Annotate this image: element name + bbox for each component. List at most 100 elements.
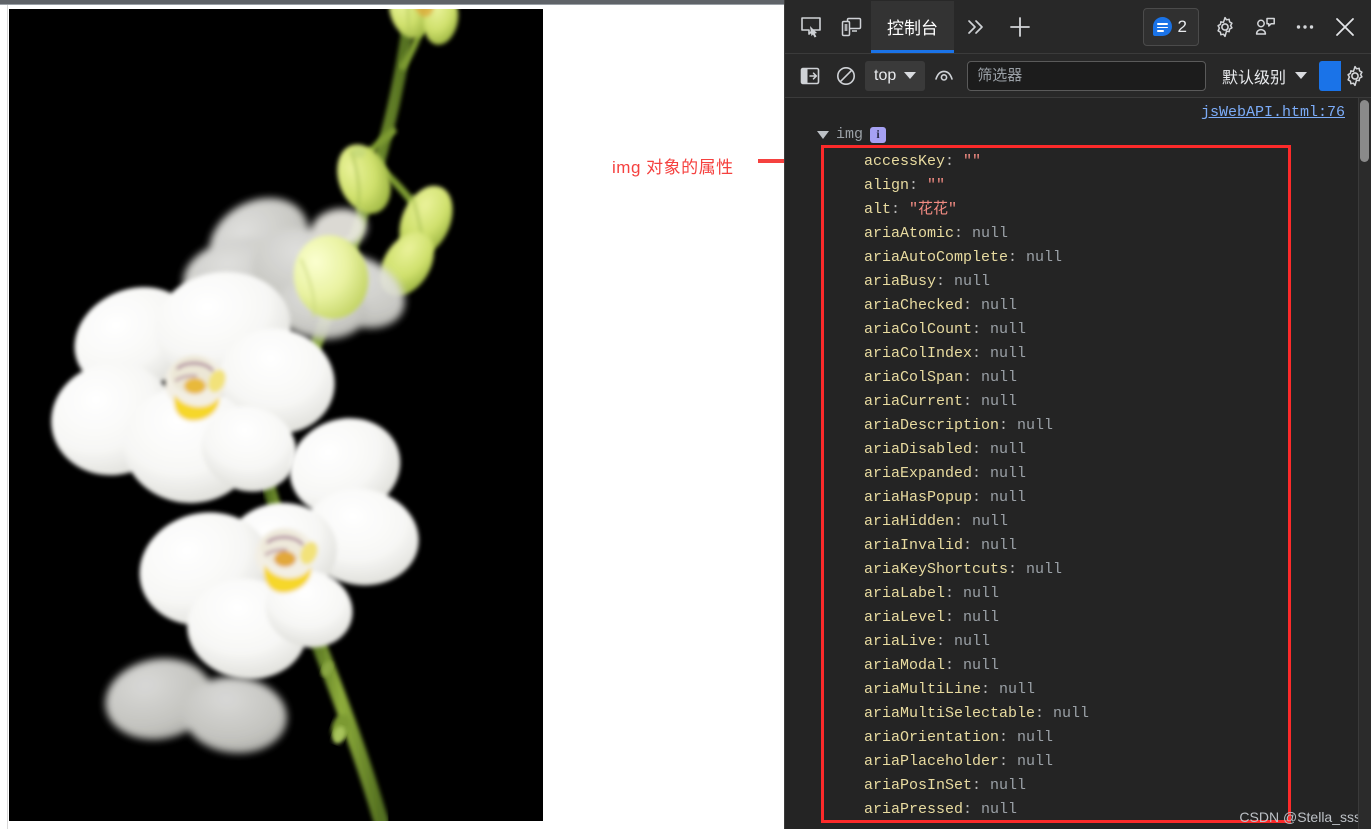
property-colon: : — [963, 369, 982, 386]
property-row[interactable]: ariaAtomic: null — [864, 222, 1089, 246]
property-row[interactable]: ariaLabel: null — [864, 582, 1089, 606]
console-scrollbar[interactable] — [1358, 98, 1371, 829]
property-colon: : — [963, 801, 982, 818]
property-colon: : — [999, 729, 1018, 746]
device-toolbar-icon[interactable] — [831, 7, 871, 47]
property-row[interactable]: ariaMultiLine: null — [864, 678, 1089, 702]
console-filter-input[interactable] — [967, 60, 1206, 91]
property-row[interactable]: ariaColSpan: null — [864, 366, 1089, 390]
annotation-label: img 对象的属性 — [612, 158, 734, 177]
orchid-image[interactable] — [9, 9, 543, 821]
plus-icon[interactable] — [998, 7, 1042, 47]
inspect-element-icon[interactable] — [791, 7, 831, 47]
property-row[interactable]: ariaAutoComplete: null — [864, 246, 1089, 270]
watermark-label: CSDN @Stella_sss — [1239, 809, 1361, 825]
property-row[interactable]: ariaPosInSet: null — [864, 774, 1089, 798]
source-location-link[interactable]: jsWebAPI.html:76 — [1201, 104, 1345, 121]
property-row[interactable]: ariaPressed: null — [864, 798, 1089, 822]
property-row[interactable]: ariaChecked: null — [864, 294, 1089, 318]
browser-page-area: img 对象的属性 — [0, 0, 784, 829]
property-value: null — [1017, 753, 1054, 770]
console-object-header[interactable]: img i — [817, 126, 887, 143]
property-row[interactable]: align: "" — [864, 174, 1089, 198]
property-row[interactable]: ariaInvalid: null — [864, 534, 1089, 558]
property-row[interactable]: ariaHidden: null — [864, 510, 1089, 534]
log-level-selector[interactable]: 默认级别 — [1216, 64, 1313, 88]
property-colon: : — [1035, 705, 1054, 722]
feedback-person-icon[interactable] — [1245, 7, 1285, 47]
execution-context-selector[interactable]: top — [865, 60, 926, 91]
property-row[interactable]: ariaPlaceholder: null — [864, 750, 1089, 774]
property-row[interactable]: ariaExpanded: null — [864, 462, 1089, 486]
console-sidebar-icon[interactable] — [793, 60, 827, 92]
property-colon: : — [972, 345, 991, 362]
clear-console-icon[interactable] — [829, 60, 863, 92]
property-name: ariaHasPopup — [864, 489, 973, 506]
ellipsis-icon[interactable] — [1285, 7, 1325, 47]
property-value: null — [990, 465, 1027, 482]
property-row[interactable]: ariaMultiSelectable: null — [864, 702, 1089, 726]
screenshot-root: img 对象的属性 控制台 2 top 筛选器 默认级别 jsWebAPI.ht… — [0, 0, 1371, 829]
property-value: null — [990, 345, 1027, 362]
property-name: ariaPosInSet — [864, 777, 973, 794]
property-row[interactable]: ariaDisabled: null — [864, 438, 1089, 462]
property-colon: : — [999, 417, 1018, 434]
property-colon: : — [963, 297, 982, 314]
property-colon: : — [1008, 249, 1027, 266]
property-colon: : — [891, 201, 910, 218]
property-name: ariaOrientation — [864, 729, 1000, 746]
property-row[interactable]: ariaHasPopup: null — [864, 486, 1089, 510]
object-property-list: accessKey: "" align: "" alt: "花花" ariaAtomi… — [864, 150, 1089, 822]
tab-console[interactable]: 控制台 — [871, 0, 954, 53]
console-settings-gear-icon[interactable] — [1343, 60, 1367, 92]
property-row[interactable]: alt: "花花" — [864, 198, 1089, 222]
console-output: jsWebAPI.html:76 img i accessKey: "" alig… — [785, 98, 1371, 829]
property-colon: : — [963, 537, 982, 554]
property-value: null — [990, 777, 1027, 794]
console-filter-toolbar: top 默认级别 — [785, 54, 1371, 98]
triangle-down-icon[interactable] — [817, 130, 829, 139]
property-row[interactable]: ariaOrientation: null — [864, 726, 1089, 750]
browser-chrome-divider — [0, 4, 784, 5]
property-value: null — [990, 489, 1027, 506]
property-colon: : — [909, 177, 928, 194]
property-name: ariaHidden — [864, 513, 955, 530]
property-row[interactable]: ariaBusy: null — [864, 270, 1089, 294]
property-value: "" — [963, 153, 982, 170]
property-name: ariaAtomic — [864, 225, 955, 242]
property-colon: : — [945, 585, 964, 602]
property-colon: : — [936, 633, 955, 650]
console-message-count-badge[interactable]: 2 — [1142, 7, 1199, 46]
property-name: ariaColIndex — [864, 345, 973, 362]
property-row[interactable]: ariaDescription: null — [864, 414, 1089, 438]
property-row[interactable]: ariaLevel: null — [864, 606, 1089, 630]
property-name: ariaLabel — [864, 585, 946, 602]
property-name: ariaChecked — [864, 297, 964, 314]
property-colon: : — [972, 777, 991, 794]
page-left-margin — [0, 5, 8, 829]
gear-icon[interactable] — [1205, 7, 1245, 47]
property-row[interactable]: ariaModal: null — [864, 654, 1089, 678]
log-level-label: 默认级别 — [1221, 69, 1286, 87]
property-name: accessKey — [864, 153, 946, 170]
close-icon[interactable] — [1325, 7, 1365, 47]
property-row[interactable]: ariaKeyShortcuts: null — [864, 558, 1089, 582]
property-row[interactable]: ariaCurrent: null — [864, 390, 1089, 414]
property-row[interactable]: accessKey: "" — [864, 150, 1089, 174]
property-value: "" — [927, 177, 946, 194]
property-colon: : — [945, 153, 964, 170]
property-row[interactable]: ariaColIndex: null — [864, 342, 1089, 366]
property-row[interactable]: ariaLive: null — [864, 630, 1089, 654]
console-scrollbar-thumb[interactable] — [1360, 100, 1369, 162]
property-value: null — [981, 537, 1018, 554]
tab-console-label: 控制台 — [887, 19, 938, 38]
issues-chip[interactable] — [1319, 60, 1341, 91]
live-expression-eye-icon[interactable] — [927, 60, 961, 92]
property-value: null — [981, 369, 1018, 386]
property-row[interactable]: ariaColCount: null — [864, 318, 1089, 342]
property-colon: : — [954, 225, 973, 242]
property-value: null — [972, 513, 1009, 530]
info-badge-icon[interactable]: i — [870, 126, 887, 143]
property-name: ariaDisabled — [864, 441, 973, 458]
chevron-double-right-icon[interactable] — [954, 7, 998, 47]
